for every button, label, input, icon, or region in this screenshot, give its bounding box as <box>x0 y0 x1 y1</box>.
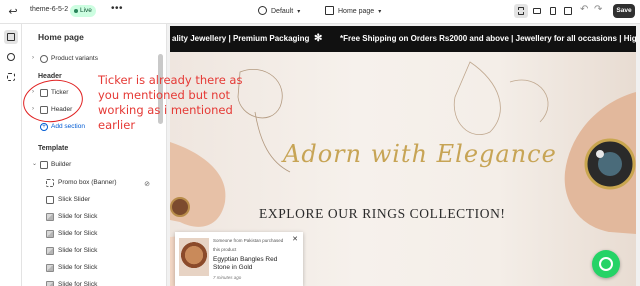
block-icon <box>46 195 54 204</box>
block-slide[interactable]: Slide for Slick <box>22 227 156 240</box>
block-promo-box[interactable]: Promo box (Banner) ⊘ <box>22 176 156 189</box>
exit-icon[interactable]: ↩ <box>6 5 20 19</box>
annotation-line: working as i mentioned <box>98 103 233 117</box>
section-icon <box>40 160 48 169</box>
block-slide[interactable]: Slide for Slick <box>22 210 156 223</box>
block-label: Slide for Slick <box>58 230 98 237</box>
sections-icon <box>7 33 15 41</box>
popup-product-name[interactable]: Egyptian Bangles Red <box>213 256 277 263</box>
block-label: Slide for Slick <box>58 213 98 220</box>
chevron-down-icon: ▾ <box>378 9 382 15</box>
ring-shape <box>170 197 190 217</box>
whatsapp-icon <box>599 257 613 271</box>
ticker-text-right: *Free Shipping on Orders Rs2000 and abov… <box>340 34 636 43</box>
block-label: Slick Slider <box>58 196 91 203</box>
annotation-note: Ticker is already there as you mentioned… <box>98 73 258 133</box>
desktop-view-button[interactable] <box>530 4 544 18</box>
hero-heading: Adorn with Elegance <box>283 140 557 168</box>
block-slide[interactable]: Slide for Slick <box>22 278 156 286</box>
annotation-line: earlier <box>98 118 136 132</box>
theme-settings-button[interactable] <box>4 50 18 64</box>
annotation-line: you mentioned but not <box>98 88 230 102</box>
section-product-variants[interactable]: › Product variants <box>22 52 156 65</box>
inspector-toggle[interactable] <box>514 4 528 18</box>
popup-product-name[interactable]: Stone in Gold <box>213 264 252 271</box>
block-slide[interactable]: Slide for Slick <box>22 244 156 257</box>
chevron-down-icon: ⌄ <box>32 161 38 167</box>
template-select[interactable]: Default ▾ <box>258 6 300 15</box>
undo-icon[interactable]: ↶ <box>580 4 588 15</box>
save-button[interactable]: Save <box>613 4 635 18</box>
editor-topbar: ↩ theme-6-5-2 Live ••• Default ▾ Home pag… <box>0 0 640 24</box>
page-select-label: Home page <box>338 8 375 15</box>
home-icon <box>325 6 334 15</box>
recent-purchase-popup[interactable]: Someone from Pakistan purchased this pro… <box>175 232 303 286</box>
fullscreen-icon <box>564 7 572 15</box>
more-actions-button[interactable]: ••• <box>111 3 123 14</box>
block-label: Slide for Slick <box>58 264 98 271</box>
sections-button[interactable] <box>4 30 18 44</box>
block-label: Slide for Slick <box>58 247 98 254</box>
mobile-icon <box>550 7 556 15</box>
popup-text: Someone from Pakistan purchased <box>213 238 284 243</box>
theme-name[interactable]: theme-6-5-2 <box>30 6 68 13</box>
image-icon <box>46 246 54 255</box>
image-icon <box>46 229 54 238</box>
block-label: Promo box (Banner) <box>58 179 117 186</box>
chevron-down-icon: ▾ <box>297 9 301 15</box>
page-select[interactable]: Home page ▾ <box>325 6 381 15</box>
theme-settings-icon <box>7 53 15 61</box>
live-dot-icon <box>74 9 78 13</box>
add-icon: + <box>40 122 48 131</box>
popup-text: this product <box>213 247 237 252</box>
group-heading-template: Template <box>38 145 69 152</box>
redo-icon[interactable]: ↷ <box>594 4 602 15</box>
chevron-right-icon: › <box>32 55 34 61</box>
annotation-line: Ticker is already there as <box>98 73 243 87</box>
whatsapp-button[interactable] <box>592 250 620 278</box>
close-icon[interactable]: ✕ <box>292 235 298 243</box>
image-icon <box>46 212 54 221</box>
ticker-text-left: ality Jewellery | Premium Packaging <box>172 34 310 43</box>
image-icon <box>46 263 54 272</box>
eye-slash-icon[interactable]: ⊘ <box>144 178 150 191</box>
section-label: Product variants <box>51 55 98 62</box>
announcement-ticker[interactable]: ality Jewellery | Premium Packaging ✻ *F… <box>170 26 636 52</box>
editor-rail <box>0 24 22 286</box>
section-builder[interactable]: ⌄ Builder <box>22 158 156 171</box>
block-slide[interactable]: Slide for Slick <box>22 261 156 274</box>
fullscreen-button[interactable] <box>561 4 575 18</box>
app-embeds-icon <box>7 73 15 81</box>
block-icon <box>46 178 54 187</box>
leaf-line-shape <box>509 79 549 123</box>
live-badge-label: Live <box>80 7 92 14</box>
page-title: Home page <box>38 32 84 42</box>
sections-sidebar: Home page › Product variants Header › Ti… <box>22 24 167 286</box>
globe-icon <box>258 6 267 15</box>
ticker-separator-icon: ✻ <box>314 33 323 44</box>
live-badge: Live <box>70 5 96 17</box>
app-block-icon <box>40 54 48 63</box>
template-select-label: Default <box>271 8 294 15</box>
popup-time: 7 minutes ago <box>213 275 242 280</box>
flower-line-shape <box>453 61 501 135</box>
product-thumbnail[interactable] <box>179 238 209 276</box>
desktop-icon <box>533 8 541 14</box>
add-section-label: Add section <box>51 123 85 130</box>
gem-sparkle-shape <box>596 150 604 158</box>
mobile-view-button[interactable] <box>546 4 560 18</box>
block-slick-slider[interactable]: Slick Slider <box>22 193 156 206</box>
hero-subheading: EXPLORE OUR RINGS COLLECTION! <box>259 206 506 221</box>
app-embeds-button[interactable] <box>4 70 18 84</box>
block-label: Slide for Slick <box>58 281 98 286</box>
inspector-icon <box>518 7 524 15</box>
image-icon <box>46 280 54 286</box>
section-label: Builder <box>51 161 72 168</box>
